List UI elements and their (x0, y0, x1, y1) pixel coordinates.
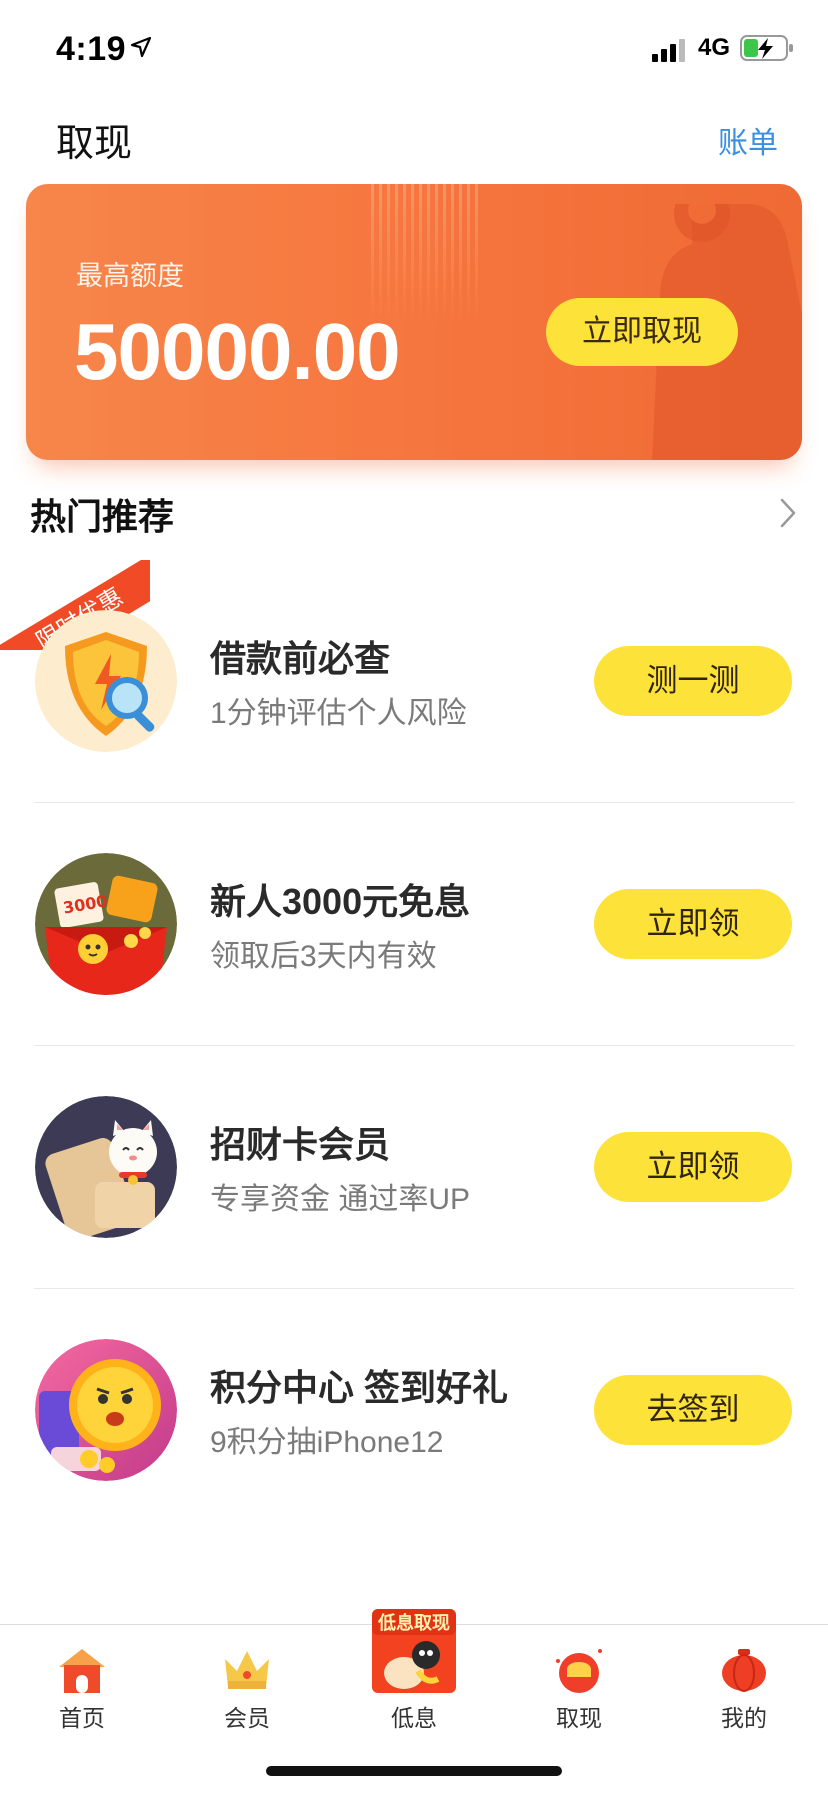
item-subtitle: 9积分抽iPhone12 (210, 1426, 444, 1459)
item-title: 招财卡会员 (210, 1124, 391, 1165)
tab-label: 取现 (556, 1705, 602, 1731)
tab-label: 低息 (391, 1705, 437, 1731)
location-arrow-icon (130, 36, 152, 58)
item-subtitle: 领取后3天内有效 (210, 940, 437, 973)
item-title: 新人3000元免息 (210, 881, 471, 922)
limit-amount: 50000.00 (74, 307, 401, 396)
crown-icon (225, 1651, 269, 1689)
home-indicator (266, 1766, 562, 1776)
list-item[interactable]: 限时优惠 借款前必查 1分钟评估个人风险 测一测 (0, 560, 828, 803)
credit-limit-card: 最高额度 50000.00 立即取现 (26, 184, 802, 460)
shield-magnifier-icon (35, 610, 177, 752)
status-time: 4:19 (56, 30, 127, 68)
tab-label: 首页 (59, 1705, 105, 1731)
signal-icon (652, 39, 685, 62)
chevron-right-icon[interactable] (778, 496, 798, 530)
tab-withdraw[interactable]: 取现 (519, 1625, 639, 1755)
item-title: 借款前必查 (210, 638, 391, 679)
list-item[interactable]: 3000 新人3000元免息 领取后3天内有效 立即领 (0, 803, 828, 1046)
card-stripes-decoration (371, 184, 478, 324)
section-title: 热门推荐 (30, 496, 175, 537)
network-label: 4G (698, 34, 731, 61)
lantern-icon (722, 1649, 766, 1692)
gold-coin-icon (35, 1339, 177, 1481)
lucky-cat-card-icon (35, 1096, 177, 1238)
tab-member[interactable]: 会员 (187, 1625, 307, 1755)
battery-charging-icon (740, 35, 793, 61)
home-icon (59, 1649, 105, 1693)
test-button[interactable]: 测一测 (594, 646, 792, 716)
tab-label: 我的 (721, 1705, 767, 1731)
item-subtitle: 1分钟评估个人风险 (210, 697, 467, 730)
limit-label: 最高额度 (76, 261, 184, 291)
claim-button[interactable]: 立即领 (594, 1132, 792, 1202)
tab-label: 会员 (224, 1705, 270, 1731)
list-item[interactable]: 招财卡会员 专享资金 通过率UP 立即领 (0, 1046, 828, 1289)
page-title: 取现 (56, 123, 133, 165)
recommend-list: 限时优惠 借款前必查 1分钟评估个人风险 测一测 3000 新人3 (0, 560, 828, 1532)
bill-link[interactable]: 账单 (718, 118, 778, 162)
tab-mine[interactable]: 我的 (684, 1625, 804, 1755)
item-subtitle: 专享资金 通过率UP (210, 1183, 471, 1216)
withdraw-now-button[interactable]: 立即取现 (546, 298, 738, 366)
item-title: 积分中心 签到好礼 (210, 1367, 509, 1408)
gift-box-icon: 3000 (35, 853, 177, 995)
status-bar: 4:19 4G (0, 0, 828, 100)
tab-home[interactable]: 首页 (22, 1625, 142, 1755)
cash-icon (556, 1649, 602, 1693)
tab-low-interest[interactable]: 低息 (354, 1625, 474, 1755)
check-in-button[interactable]: 去签到 (594, 1375, 792, 1445)
list-item[interactable]: 积分中心 签到好礼 9积分抽iPhone12 去签到 (0, 1289, 828, 1532)
claim-button[interactable]: 立即领 (594, 889, 792, 959)
